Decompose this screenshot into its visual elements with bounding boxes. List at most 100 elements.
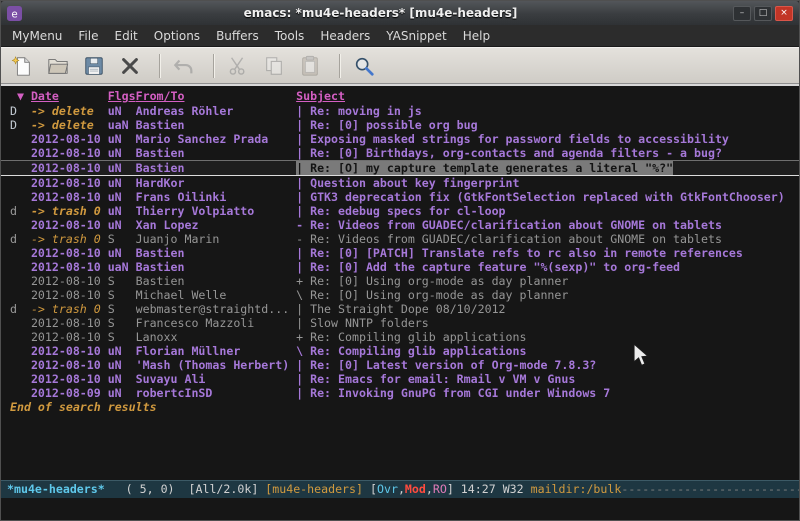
modeline-segment: *mu4e-headers* bbox=[7, 482, 105, 496]
message-date: 2012-08-09 bbox=[31, 386, 108, 400]
message-date: 2012-08-10 bbox=[31, 344, 108, 358]
message-row[interactable]: d-> trash 0Swebmaster@straightd...| The … bbox=[1, 302, 799, 316]
message-from: 'Mash (Thomas Herbert) bbox=[136, 358, 297, 372]
menu-item-headers[interactable]: Headers bbox=[312, 27, 378, 45]
message-date: -> delete bbox=[31, 118, 108, 132]
message-subject: | Re: [0] [PATCH] Translate refs to rc a… bbox=[296, 246, 743, 260]
menu-item-edit[interactable]: Edit bbox=[107, 27, 146, 45]
message-row[interactable]: 2012-08-10uNXan Lopez- Re: Videos from G… bbox=[1, 218, 799, 232]
menu-item-help[interactable]: Help bbox=[455, 27, 498, 45]
message-row[interactable]: 2012-08-10uNHardKor| Question about key … bbox=[1, 176, 799, 190]
message-row[interactable]: 2012-08-10uNSuvayu Ali| Re: Emacs for em… bbox=[1, 372, 799, 386]
message-row[interactable]: 2012-08-10uNBastien| Re: [0] [PATCH] Tra… bbox=[1, 246, 799, 260]
message-row[interactable]: 2012-08-10SMichael Welle\ Re: [O] Using … bbox=[1, 288, 799, 302]
paste-icon[interactable] bbox=[295, 52, 325, 80]
echo-area[interactable] bbox=[1, 498, 799, 520]
close-buffer-icon[interactable] bbox=[115, 52, 145, 80]
message-row[interactable]: D-> deleteuNAndreas Röhler| Re: moving i… bbox=[1, 104, 799, 118]
message-subject: \ Re: Compiling glib applications bbox=[296, 344, 526, 358]
message-from: webmaster@straightd... bbox=[136, 302, 297, 316]
column-header-from[interactable]: From/To bbox=[136, 89, 297, 103]
message-date: 2012-08-10 bbox=[31, 176, 108, 190]
message-date: -> trash 0 bbox=[31, 302, 108, 316]
message-flags: uaN bbox=[108, 118, 136, 132]
column-header-date[interactable]: Date bbox=[31, 89, 108, 103]
message-from: Andreas Röhler bbox=[136, 104, 297, 118]
message-date: 2012-08-10 bbox=[31, 161, 108, 175]
close-button[interactable]: × bbox=[775, 6, 793, 21]
message-from: HardKor bbox=[136, 176, 297, 190]
message-date: -> trash 0 bbox=[31, 204, 108, 218]
message-flags: S bbox=[108, 330, 136, 344]
message-from: Bastien bbox=[136, 274, 297, 288]
new-file-icon[interactable] bbox=[7, 52, 37, 80]
message-subject: | Question about key fingerprint bbox=[296, 176, 519, 190]
column-header-flags[interactable]: Flgs bbox=[108, 89, 136, 103]
toolbar-separator bbox=[339, 54, 341, 78]
modeline-segment: RO bbox=[433, 482, 447, 496]
message-row[interactable]: d-> trash 0uNThierry Volpiatto| Re: edeb… bbox=[1, 204, 799, 218]
message-row[interactable]: d-> trash 0SJuanjo Marin- Re: Videos fro… bbox=[1, 232, 799, 246]
menu-item-file[interactable]: File bbox=[70, 27, 106, 45]
message-subject: | Re: edebug specs for cl-loop bbox=[296, 204, 505, 218]
message-row[interactable]: 2012-08-10uNMario Sanchez Prada| Exposin… bbox=[1, 132, 799, 146]
message-from: Bastien bbox=[136, 260, 297, 274]
menu-item-buffers[interactable]: Buffers bbox=[208, 27, 267, 45]
undo-icon[interactable] bbox=[169, 52, 199, 80]
message-flags: uN bbox=[108, 344, 136, 358]
modeline-segment: , bbox=[398, 482, 405, 496]
message-row[interactable]: 2012-08-10uNBastien| Re: [O] my capture … bbox=[1, 160, 799, 176]
message-from: Mario Sanchez Prada bbox=[136, 132, 297, 146]
message-date: 2012-08-10 bbox=[31, 132, 108, 146]
mode-line: *mu4e-headers* ( 5, 0) [All/2.0k] [mu4e-… bbox=[1, 480, 799, 498]
end-of-results-text: End of search results bbox=[10, 400, 157, 414]
modeline-segment: [mu4e-headers] bbox=[265, 482, 363, 496]
message-subject: + Re: [0] Using org-mode as day planner bbox=[296, 274, 568, 288]
open-folder-icon[interactable] bbox=[43, 52, 73, 80]
message-row[interactable]: D-> deleteuaNBastien| Re: [0] possible o… bbox=[1, 118, 799, 132]
menu-item-options[interactable]: Options bbox=[146, 27, 208, 45]
message-row[interactable]: 2012-08-10SBastien+ Re: [0] Using org-mo… bbox=[1, 274, 799, 288]
column-header-subject[interactable]: Subject bbox=[296, 89, 345, 103]
message-subject: | Re: Emacs for email: Rmail v VM v Gnus bbox=[296, 372, 575, 386]
headers-header-line: ▼ Date Flgs From/To Subject bbox=[1, 88, 799, 104]
menu-item-mymenu[interactable]: MyMenu bbox=[4, 27, 70, 45]
message-subject: | Slow NNTP folders bbox=[296, 316, 429, 330]
message-row[interactable]: 2012-08-10uNFlorian Müllner\ Re: Compili… bbox=[1, 344, 799, 358]
message-subject: | Re: [0] Latest version of Org-mode 7.8… bbox=[296, 358, 596, 372]
message-mark: D bbox=[10, 104, 31, 118]
message-row[interactable]: 2012-08-10uNBastien| Re: [0] Birthdays, … bbox=[1, 146, 799, 160]
cut-icon[interactable] bbox=[223, 52, 253, 80]
message-from: Lanoxx bbox=[136, 330, 297, 344]
message-from: Suvayu Ali bbox=[136, 372, 297, 386]
toolbar-separator bbox=[213, 54, 215, 78]
search-icon[interactable] bbox=[349, 52, 379, 80]
modeline-segment: [All/2.0k] bbox=[189, 482, 266, 496]
message-row[interactable]: 2012-08-09uNrobertcInSD| Re: Invoking Gn… bbox=[1, 386, 799, 400]
maximize-button[interactable]: □ bbox=[754, 6, 772, 21]
message-row[interactable]: 2012-08-10uN'Mash (Thomas Herbert)| Re: … bbox=[1, 358, 799, 372]
message-flags: uN bbox=[108, 246, 136, 260]
message-subject: | Re: [0] Birthdays, org-contacts and ag… bbox=[296, 146, 722, 160]
end-of-results: End of search results bbox=[1, 400, 799, 414]
message-date: 2012-08-10 bbox=[31, 316, 108, 330]
modeline-segment: [ bbox=[363, 482, 377, 496]
menu-item-yasnippet[interactable]: YASnippet bbox=[378, 27, 455, 45]
message-flags: S bbox=[108, 316, 136, 330]
message-row[interactable]: 2012-08-10SFrancesco Mazzoli| Slow NNTP … bbox=[1, 316, 799, 330]
message-flags: uN bbox=[108, 372, 136, 386]
emacs-window-icon: e bbox=[7, 6, 22, 21]
menu-item-tools[interactable]: Tools bbox=[267, 27, 313, 45]
message-flags: S bbox=[108, 302, 136, 316]
message-row[interactable]: 2012-08-10SLanoxx+ Re: Compiling glib ap… bbox=[1, 330, 799, 344]
minimize-button[interactable]: – bbox=[733, 6, 751, 21]
save-icon[interactable] bbox=[79, 52, 109, 80]
message-mark: d bbox=[10, 302, 31, 316]
message-subject: + Re: Compiling glib applications bbox=[296, 330, 526, 344]
message-flags: S bbox=[108, 232, 136, 246]
message-date: -> delete bbox=[31, 104, 108, 118]
modeline-segment: 14:27 bbox=[461, 482, 503, 496]
copy-icon[interactable] bbox=[259, 52, 289, 80]
message-row[interactable]: 2012-08-10uaNBastien| Re: [0] Add the ca… bbox=[1, 260, 799, 274]
message-row[interactable]: 2012-08-10uNFrans Oilinki| GTK3 deprecat… bbox=[1, 190, 799, 204]
